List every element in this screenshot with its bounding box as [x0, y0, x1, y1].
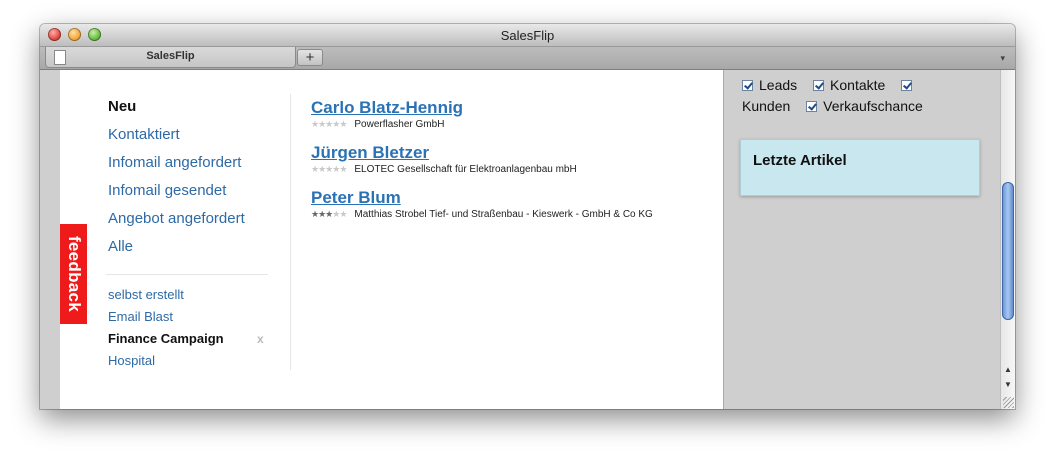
- checkbox-checked-icon[interactable]: [806, 101, 818, 112]
- filter-verkaufschance[interactable]: Verkaufschance: [806, 98, 923, 114]
- lead-company: Matthias Strobel Tief- und Straßenbau - …: [354, 209, 653, 220]
- filter-leads[interactable]: Leads: [742, 77, 797, 93]
- campaign-finance[interactable]: Finance Campaign x: [108, 330, 278, 352]
- lead-name-link[interactable]: Jürgen Bletzer: [311, 143, 721, 163]
- lead-list: Carlo Blatz-Hennig ★★★★★ Powerflasher Gmb…: [311, 98, 721, 233]
- new-tab-button[interactable]: +: [297, 49, 323, 66]
- type-filters: Leads Kontakte Kunden Verkaufschance: [742, 75, 967, 117]
- lead-company: ELOTEC Gesellschaft für Elektroanlagenba…: [354, 164, 577, 175]
- right-panel: Leads Kontakte Kunden Verkaufschance Let…: [723, 70, 1015, 409]
- recent-articles-title: Letzte Artikel: [753, 152, 847, 169]
- lead-meta: ★★★★★ ELOTEC Gesellschaft für Elektroanla…: [311, 163, 721, 176]
- list-item: Carlo Blatz-Hennig ★★★★★ Powerflasher Gmb…: [311, 98, 721, 143]
- scrollbar-thumb[interactable]: [1002, 182, 1014, 320]
- status-neu[interactable]: Neu: [108, 97, 278, 125]
- filter-kontakte-label: Kontakte: [830, 77, 886, 93]
- filter-kontakte[interactable]: Kontakte: [813, 77, 885, 93]
- filter-kunden-label: Kunden: [742, 98, 791, 114]
- lead-meta: ★★★★★ Powerflasher GmbH: [311, 118, 721, 131]
- column-divider: [290, 94, 291, 370]
- scroll-up-icon[interactable]: ▲: [1001, 362, 1015, 377]
- campaign-hospital[interactable]: Hospital: [108, 352, 278, 374]
- title-bar[interactable]: SalesFlip: [40, 24, 1015, 47]
- tab-label: SalesFlip: [146, 50, 195, 62]
- lead-meta: ★★★★★ Matthias Strobel Tief- und Straßenb…: [311, 208, 721, 221]
- filter-kunden[interactable]: Kunden: [742, 98, 790, 114]
- remove-campaign-icon[interactable]: x: [257, 330, 264, 348]
- rating-stars-icon[interactable]: ★★★★★: [311, 209, 347, 219]
- vertical-scrollbar[interactable]: ▲ ▼: [1000, 70, 1015, 409]
- status-kontaktiert[interactable]: Kontaktiert: [108, 125, 278, 153]
- status-alle[interactable]: Alle: [108, 237, 278, 265]
- tab-salesflip[interactable]: SalesFlip: [45, 47, 296, 68]
- campaign-email-blast[interactable]: Email Blast: [108, 308, 278, 330]
- recent-articles-box: Letzte Artikel: [740, 139, 980, 196]
- tab-menu-icon[interactable]: ▾: [1000, 53, 1005, 64]
- checkbox-checked-icon[interactable]: [901, 80, 913, 91]
- feedback-button[interactable]: feedback: [60, 224, 87, 324]
- scroll-down-icon[interactable]: ▼: [1001, 377, 1015, 392]
- lead-name-link[interactable]: Carlo Blatz-Hennig: [311, 98, 721, 118]
- campaign-finance-label: Finance Campaign: [108, 331, 224, 346]
- tab-bar: SalesFlip + ▾: [40, 47, 1015, 70]
- resize-grip-icon[interactable]: [1003, 397, 1014, 408]
- lead-company: Powerflasher GmbH: [354, 119, 445, 130]
- list-item: Peter Blum ★★★★★ Matthias Strobel Tief- u…: [311, 188, 721, 233]
- main-content: feedback Neu Kontaktiert Infomail angefo…: [60, 70, 723, 409]
- status-angebot-angefordert[interactable]: Angebot angefordert: [108, 209, 278, 237]
- checkbox-checked-icon[interactable]: [813, 80, 825, 91]
- checkbox-checked-icon[interactable]: [742, 80, 753, 91]
- lead-name-link[interactable]: Peter Blum: [311, 188, 721, 208]
- feedback-label: feedback: [64, 235, 84, 313]
- window-title: SalesFlip: [500, 28, 555, 43]
- browser-window: SalesFlip SalesFlip + ▾ feedback Neu Kon…: [40, 24, 1015, 409]
- status-nav: Neu Kontaktiert Infomail angefordert Inf…: [108, 97, 278, 265]
- status-infomail-gesendet[interactable]: Infomail gesendet: [108, 181, 278, 209]
- campaign-list: selbst erstellt Email Blast Finance Camp…: [108, 286, 278, 374]
- rating-stars-icon[interactable]: ★★★★★: [311, 119, 347, 129]
- list-item: Jürgen Bletzer ★★★★★ ELOTEC Gesellschaft …: [311, 143, 721, 188]
- rating-stars-icon[interactable]: ★★★★★: [311, 164, 347, 174]
- status-infomail-angefordert[interactable]: Infomail angefordert: [108, 153, 278, 181]
- campaign-selbst-erstellt[interactable]: selbst erstellt: [108, 286, 278, 308]
- nav-divider: [106, 274, 268, 275]
- filter-leads-label: Leads: [759, 77, 798, 93]
- filter-verkaufschance-label: Verkaufschance: [823, 98, 923, 114]
